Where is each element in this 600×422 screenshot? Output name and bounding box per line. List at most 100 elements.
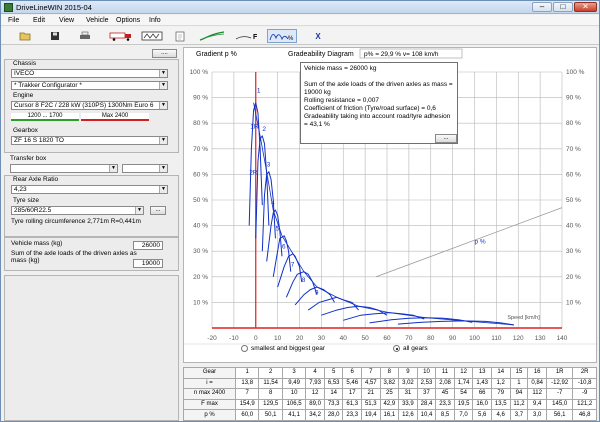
y-tick-label-right: 60 % xyxy=(566,171,581,178)
gear-label: 1R xyxy=(250,123,259,130)
table-cell: 2R xyxy=(572,367,597,379)
x-tick-label: -20 xyxy=(207,335,217,342)
info-lines: Vehicle mass = 26000 kg Sum of the axle l… xyxy=(301,63,457,128)
smallest-biggest-radio[interactable] xyxy=(241,345,248,352)
axle-tyre-group: Rear Axle Ratio 4,23 ▼ Tyre size 285/60R2… xyxy=(4,175,179,237)
table-row: F max 154,9 129,5 106,5 89,0 73,3 61,3 51,3 42,9… xyxy=(183,398,597,411)
chevron-down-icon: ▼ xyxy=(159,137,167,144)
series-line-p xyxy=(375,207,563,278)
table-cell: 10 xyxy=(281,388,307,400)
table-cell: 45 xyxy=(435,388,455,400)
performance-curve-icon[interactable] xyxy=(197,29,227,43)
menu-view[interactable]: View xyxy=(59,16,74,25)
svg-text:%: % xyxy=(288,36,294,41)
save-icon[interactable] xyxy=(47,29,63,43)
table-row: p % 60,0 50,1 41,1 34,2 28,0 23,3 19,4 16,1 12,6 1… xyxy=(183,409,597,421)
table-cell: 16,1 xyxy=(379,409,400,421)
menu-bar: File Edit View Vehicle Options Info xyxy=(1,15,599,26)
menu-options[interactable]: Options xyxy=(116,16,140,25)
vehicle-mass-field[interactable]: 26000 xyxy=(133,241,163,250)
x-tick-label: -10 xyxy=(229,335,239,342)
x-tick-label: 40 xyxy=(340,335,348,342)
table-cell: -7 xyxy=(545,388,574,400)
transfer-ratio-select[interactable]: ▼ xyxy=(122,164,168,173)
chassis-model-select[interactable]: * Trakker Configurator * ▼ xyxy=(11,81,168,90)
info-line: Rolling resistance = 0,007 xyxy=(304,97,379,104)
close-x-icon[interactable]: X xyxy=(311,29,325,43)
series-line-2 xyxy=(255,134,270,239)
table-cell: 3,0 xyxy=(527,409,547,421)
table-cell: 5 xyxy=(323,367,344,379)
table-cell: 13,8 xyxy=(234,377,260,390)
menu-file[interactable]: File xyxy=(8,16,19,25)
option-smallest-biggest[interactable]: smallest and biggest gear xyxy=(241,345,325,352)
y-tick-label: 40 % xyxy=(193,223,208,230)
y-tick-label-right: 70 % xyxy=(566,146,581,153)
table-cell: 2,53 xyxy=(416,377,437,390)
row-header: n max 2400 xyxy=(183,388,236,400)
table-cell: 154,9 xyxy=(234,398,260,411)
transfer-box-select[interactable]: ▼ xyxy=(10,164,118,173)
gradeability-icon[interactable]: % xyxy=(267,29,297,43)
table-cell: 4,6 xyxy=(490,409,511,421)
table-cell: 12 xyxy=(305,388,325,400)
chassis-make-select[interactable]: IVECO ▼ xyxy=(11,69,168,78)
table-cell: 25 xyxy=(379,388,400,400)
all-gears-radio[interactable] xyxy=(393,345,400,352)
table-cell: 42,9 xyxy=(379,398,400,411)
menu-info[interactable]: Info xyxy=(149,16,161,25)
gear-label: 3 xyxy=(267,162,271,169)
table-cell: 41,1 xyxy=(281,409,307,421)
vehicle-mass-label: Vehicle mass (kg) xyxy=(11,240,63,247)
gearbox-label: Gearbox xyxy=(13,127,38,134)
x-tick-label: 130 xyxy=(535,335,546,342)
engine-value: Cursor 8 F2C / 228 kW (310PS) 1300Nm Eur… xyxy=(14,102,154,109)
rear-axle-label: Rear Axle Ratio xyxy=(13,176,59,183)
close-window-button[interactable]: ✕ xyxy=(574,2,597,12)
force-curve-icon[interactable]: F xyxy=(233,29,263,43)
transfer-box-label: Transfer box xyxy=(10,155,47,162)
open-folder-icon[interactable] xyxy=(17,29,33,43)
gearbox-icon[interactable] xyxy=(139,29,165,43)
table-cell: 28,4 xyxy=(416,398,437,411)
table-cell: 14 xyxy=(323,388,344,400)
y-tick-label-right: 90 % xyxy=(566,95,581,102)
rear-axle-select[interactable]: 4,23 ▼ xyxy=(11,185,168,194)
table-cell: 12,6 xyxy=(398,409,418,421)
menu-edit[interactable]: Edit xyxy=(33,16,45,25)
table-cell: 19,4 xyxy=(361,409,381,421)
engine-select[interactable]: Cursor 8 F2C / 228 kW (310PS) 1300Nm Eur… xyxy=(11,101,168,110)
chart-title: Gradeability Diagram xyxy=(288,51,354,58)
menu-vehicle[interactable]: Vehicle xyxy=(86,16,109,25)
y-tick-label: 70 % xyxy=(193,146,208,153)
x-tick-label: 100 xyxy=(469,335,480,342)
table-cell: 19,5 xyxy=(453,398,474,411)
x-tick-label: 30 xyxy=(318,335,326,342)
chart-readout: p% = 29,9 % v= 108 km/h xyxy=(364,51,439,58)
mass-group: Vehicle mass (kg) 26000 Sum of the axle … xyxy=(4,237,179,271)
svg-text:F: F xyxy=(253,34,258,41)
gear-label: 1 xyxy=(257,87,261,94)
x-tick-label: 120 xyxy=(513,335,524,342)
option-all-gears[interactable]: all gears xyxy=(393,345,428,352)
y-tick-label: 30 % xyxy=(193,248,208,255)
document-icon[interactable] xyxy=(171,29,189,43)
chassis-browse-button[interactable]: .... xyxy=(152,49,177,58)
table-cell: 10,4 xyxy=(416,409,437,421)
x-tick-label: 0 xyxy=(254,335,258,342)
driven-axle-mass-field[interactable]: 19000 xyxy=(133,259,163,268)
info-more-button[interactable]: ... xyxy=(435,134,457,143)
tyre-size-select[interactable]: 285/60R22.5 ▼ xyxy=(11,206,144,215)
table-cell: 66 xyxy=(472,388,492,400)
tyre-browse-button[interactable]: ... xyxy=(150,206,166,215)
truck-icon[interactable] xyxy=(107,29,135,43)
table-cell: 7 xyxy=(234,388,260,400)
chassis-label: Chassis xyxy=(13,60,37,67)
minimize-button[interactable]: – xyxy=(532,2,552,12)
gearbox-select[interactable]: ZF 16 S 1820 TO ▼ xyxy=(11,136,168,145)
print-icon[interactable] xyxy=(77,29,93,43)
table-cell: 1R xyxy=(545,367,574,379)
table-cell: 6 xyxy=(342,367,362,379)
table-cell: 13 xyxy=(472,367,492,379)
maximize-button[interactable]: □ xyxy=(553,2,573,12)
